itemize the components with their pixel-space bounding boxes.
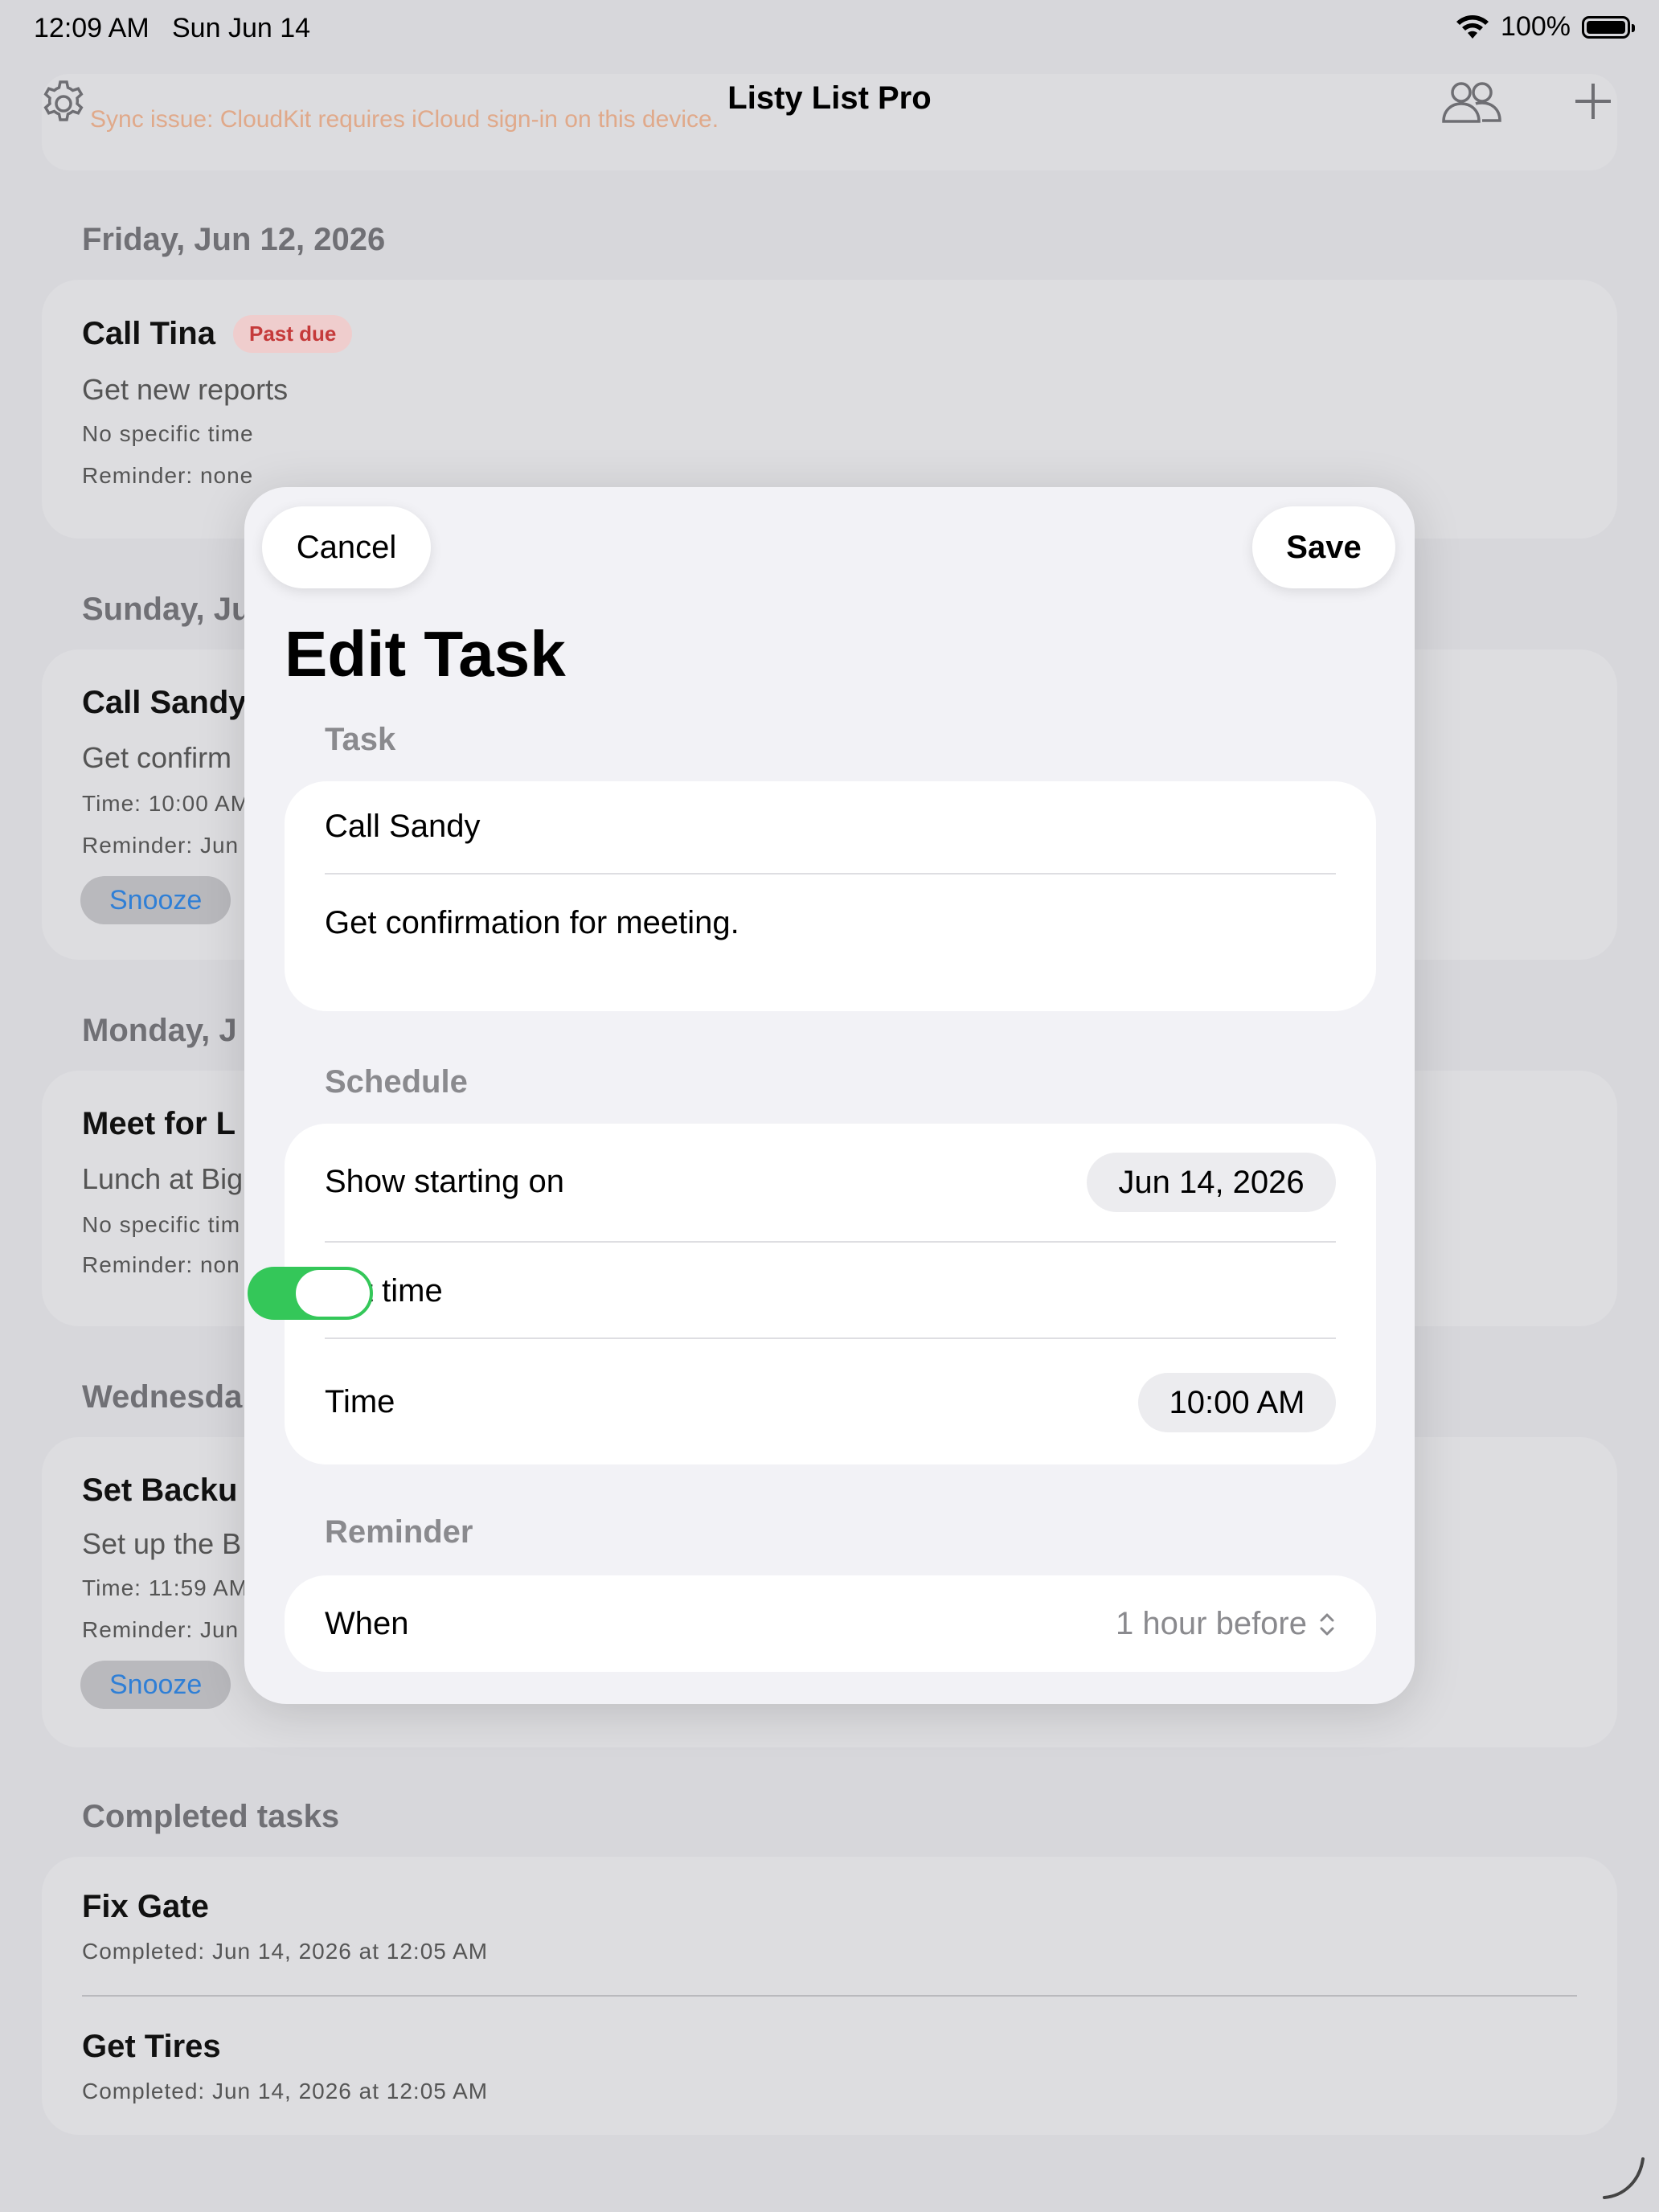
app-title: Listy List Pro bbox=[727, 80, 932, 116]
list-divider bbox=[82, 1995, 1577, 1997]
snooze-button[interactable]: Snooze bbox=[80, 876, 231, 924]
section-header-completed: Completed tasks bbox=[82, 1799, 340, 1834]
resize-handle-icon[interactable] bbox=[1600, 2154, 1648, 2202]
task-reminder: Reminder: Jun bbox=[82, 1617, 240, 1642]
battery-percent: 100% bbox=[1501, 11, 1571, 42]
completed-task-title[interactable]: Fix Gate bbox=[82, 1889, 209, 1925]
status-time-date: 12:09 AM Sun Jun 14 bbox=[34, 13, 310, 44]
past-due-badge: Past due bbox=[232, 315, 353, 353]
set-time-toggle[interactable] bbox=[248, 1267, 373, 1320]
task-title: Set Backu bbox=[82, 1473, 238, 1508]
time-picker[interactable]: 10:00 AM bbox=[1138, 1373, 1336, 1432]
status-date: Sun Jun 14 bbox=[172, 13, 311, 43]
task-reminder: Reminder: none bbox=[82, 463, 254, 488]
task-time: Time: 10:00 AM bbox=[82, 791, 251, 816]
task-title-row: Call Tina Past due bbox=[82, 315, 353, 353]
row-separator bbox=[325, 1241, 1336, 1243]
task-section-label: Task bbox=[325, 722, 396, 757]
battery-icon bbox=[1582, 15, 1635, 39]
task-title: Meet for L bbox=[82, 1106, 236, 1141]
task-title: Call Tina bbox=[82, 316, 215, 351]
task-reminder: Reminder: Jun bbox=[82, 833, 240, 858]
section-header-friday: Friday, Jun 12, 2026 bbox=[82, 222, 386, 257]
task-note: Get new reports bbox=[82, 373, 289, 406]
task-time: No specific tim bbox=[82, 1212, 241, 1237]
toggle-knob bbox=[296, 1270, 370, 1317]
show-starting-label: Show starting on bbox=[325, 1164, 564, 1199]
task-note: Set up the B bbox=[82, 1527, 242, 1560]
share-people-button[interactable] bbox=[1439, 74, 1503, 130]
task-title: Call Sandy bbox=[82, 685, 247, 720]
cancel-button[interactable]: Cancel bbox=[262, 506, 431, 588]
time-label: Time bbox=[325, 1384, 395, 1419]
add-task-button[interactable] bbox=[1569, 77, 1617, 125]
completed-task-date: Completed: Jun 14, 2026 at 12:05 AM bbox=[82, 2079, 489, 2103]
task-title-field[interactable]: Call Sandy bbox=[325, 809, 480, 845]
section-header-monday: Monday, J bbox=[82, 1013, 237, 1048]
reminder-when-picker[interactable]: 1 hour before bbox=[1116, 1606, 1336, 1642]
wifi-icon bbox=[1456, 14, 1489, 39]
task-time: No specific time bbox=[82, 421, 254, 446]
schedule-group: Show starting on Jun 14, 2026 Set time T… bbox=[248, 1124, 1376, 1464]
section-header-sunday: Sunday, Ju bbox=[82, 592, 252, 627]
reminder-group: When 1 hour before bbox=[285, 1575, 1376, 1672]
task-note-field[interactable]: Get confirmation for meeting. bbox=[325, 905, 739, 941]
show-starting-date-picker[interactable]: Jun 14, 2026 bbox=[1087, 1153, 1336, 1212]
task-time: Time: 11:59 AM bbox=[82, 1575, 248, 1600]
status-time: 12:09 AM bbox=[34, 13, 150, 43]
completed-task-title[interactable]: Get Tires bbox=[82, 2029, 221, 2065]
save-button[interactable]: Save bbox=[1252, 506, 1395, 588]
reminder-when-value: 1 hour before bbox=[1116, 1606, 1307, 1641]
plus-icon bbox=[1575, 84, 1611, 119]
task-note: Lunch at Big bbox=[82, 1162, 244, 1195]
schedule-section-label: Schedule bbox=[325, 1064, 468, 1100]
section-header-wednesday: Wednesda bbox=[82, 1379, 243, 1415]
reminder-section-label: Reminder bbox=[325, 1514, 473, 1550]
edit-task-sheet: Cancel Save Edit Task Task Call Sandy Ge… bbox=[244, 487, 1415, 1704]
row-separator bbox=[325, 1337, 1336, 1339]
field-separator bbox=[325, 873, 1336, 875]
task-reminder: Reminder: non bbox=[82, 1252, 240, 1277]
task-note: Get confirm bbox=[82, 741, 232, 774]
when-label: When bbox=[325, 1606, 409, 1641]
task-fields-group: Call Sandy Get confirmation for meeting. bbox=[285, 781, 1376, 1011]
people-icon bbox=[1442, 82, 1501, 123]
completed-task-date: Completed: Jun 14, 2026 at 12:05 AM bbox=[82, 1939, 489, 1964]
sheet-title: Edit Task bbox=[285, 618, 566, 690]
status-indicators: 100% bbox=[1456, 11, 1635, 43]
chevron-up-down-icon bbox=[1320, 1613, 1334, 1635]
snooze-button[interactable]: Snooze bbox=[80, 1661, 231, 1709]
